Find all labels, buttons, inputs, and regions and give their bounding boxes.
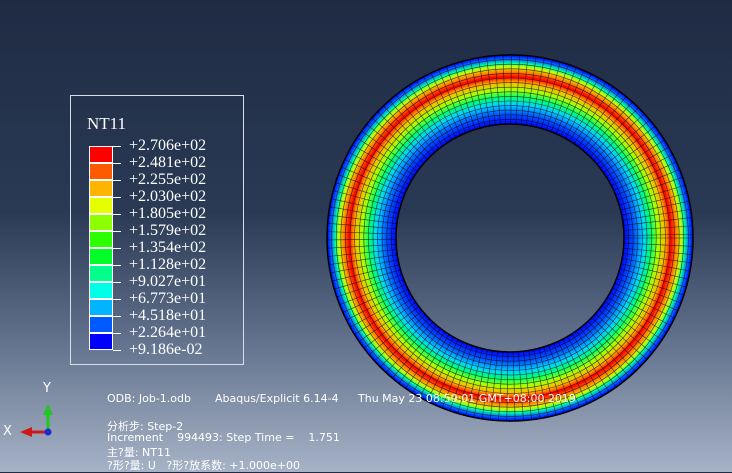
legend: NT11 +2.706e+02+2.481e+02+2.255e+02+2.03… bbox=[70, 95, 244, 365]
legend-tick bbox=[113, 163, 121, 164]
legend-label: +2.264e+01 bbox=[129, 325, 206, 341]
legend-swatch bbox=[89, 197, 113, 214]
y-arrow-icon bbox=[43, 404, 53, 415]
legend-label: +4.518e+01 bbox=[129, 308, 206, 324]
legend-tick bbox=[113, 146, 121, 147]
legend-tick bbox=[113, 333, 121, 334]
legend-swatch bbox=[89, 146, 113, 163]
legend-label: +2.706e+02 bbox=[129, 138, 206, 154]
x-arrow-icon bbox=[20, 427, 32, 437]
legend-swatch bbox=[89, 299, 113, 316]
legend-swatch bbox=[89, 316, 113, 333]
legend-swatch bbox=[89, 163, 113, 180]
legend-tick bbox=[113, 231, 121, 232]
legend-tick bbox=[113, 299, 121, 300]
axis-triad bbox=[0, 375, 80, 472]
legend-tick bbox=[113, 265, 121, 266]
legend-swatch bbox=[89, 231, 113, 248]
x-axis-label: X bbox=[3, 424, 12, 439]
odb-info: ODB: Job-1.odb bbox=[107, 392, 191, 405]
legend-label: +9.027e+01 bbox=[129, 274, 206, 290]
legend-tick bbox=[113, 180, 121, 181]
date-info: Thu May 23 08:59:01 GMT+08:00 2019 bbox=[358, 392, 576, 405]
increment-info: Increment 994493: Step Time = 1.751 bbox=[107, 431, 340, 444]
y-axis-label: Y bbox=[43, 381, 51, 396]
legend-label: +2.255e+02 bbox=[129, 172, 206, 188]
legend-label: +1.128e+02 bbox=[129, 257, 206, 273]
legend-swatch bbox=[89, 333, 113, 350]
legend-swatch bbox=[89, 180, 113, 197]
legend-tick bbox=[113, 214, 121, 215]
legend-label: +6.773e+01 bbox=[129, 291, 206, 307]
legend-tick bbox=[113, 282, 121, 283]
legend-title: NT11 bbox=[87, 114, 126, 134]
legend-label: +2.030e+02 bbox=[129, 189, 206, 205]
version-info: Abaqus/Explicit 6.14-4 bbox=[215, 392, 339, 405]
legend-swatch bbox=[89, 248, 113, 265]
legend-tick bbox=[113, 248, 121, 249]
legend-tick bbox=[113, 350, 121, 351]
deformed-var-info: ?形?量: U ?形?放系数: +1.000e+00 bbox=[107, 457, 300, 473]
legend-swatch bbox=[89, 214, 113, 231]
legend-label: +9.186e-02 bbox=[129, 342, 202, 358]
legend-label: +1.354e+02 bbox=[129, 240, 206, 256]
legend-label: +2.481e+02 bbox=[129, 155, 206, 171]
legend-swatch bbox=[89, 265, 113, 282]
legend-tick bbox=[113, 197, 121, 198]
legend-label: +1.805e+02 bbox=[129, 206, 206, 222]
legend-label: +1.579e+02 bbox=[129, 223, 206, 239]
legend-swatch bbox=[89, 282, 113, 299]
legend-tick bbox=[113, 316, 121, 317]
